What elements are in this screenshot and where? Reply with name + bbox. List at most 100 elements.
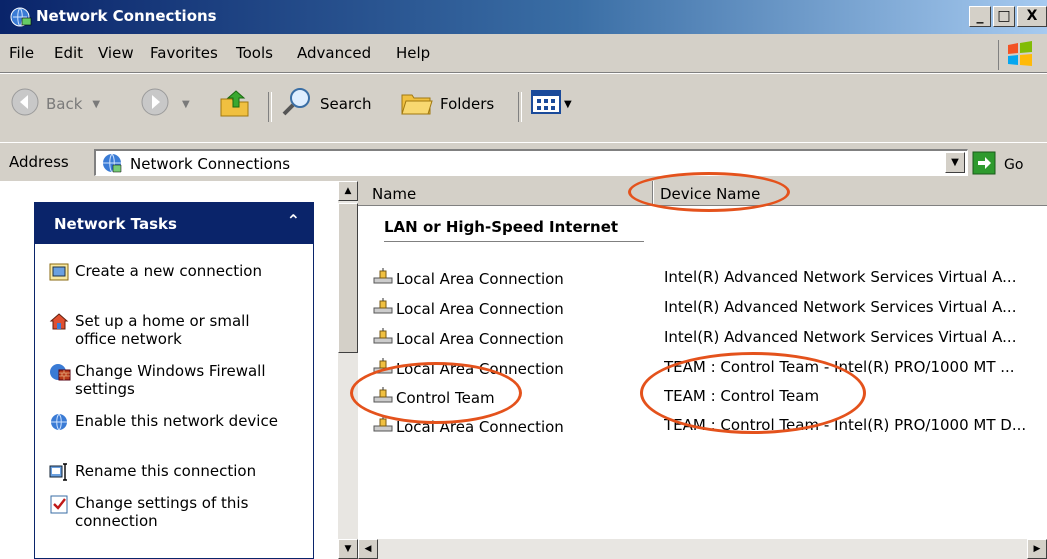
menu-bar: File Edit View Favorites Tools Advanced … [0,34,1047,73]
task-rename-connection[interactable]: Rename this connection [49,462,285,486]
settings-check-icon [49,494,75,530]
go-button[interactable]: Go [972,151,1023,179]
connection-name: Control Team [396,389,495,407]
address-bar: Address Network Connections ▼ Go [0,142,1047,182]
go-arrow-icon [972,151,996,179]
list-item[interactable]: Local Area Connection TEAM : Control Tea… [358,354,1047,380]
menu-view[interactable]: View [98,44,134,62]
network-globe-icon [101,152,123,178]
close-button[interactable]: X [1017,6,1047,27]
lan-connection-icon [372,268,394,290]
device-name: TEAM : Control Team - Intel(R) PRO/1000 … [664,416,1027,434]
device-name: Intel(R) Advanced Network Services Virtu… [664,328,1017,346]
task-change-settings[interactable]: Change settings of this connection [49,494,285,530]
forward-arrow-icon [140,87,170,121]
search-button[interactable]: Search [280,88,372,120]
list-item[interactable]: Control Team TEAM : Control Team [358,383,1047,409]
folders-label: Folders [440,95,495,113]
minimize-button[interactable]: _ [969,6,991,27]
window: Network Connections _ □ X File Edit View… [0,0,1047,559]
lan-connection-icon [372,358,394,380]
toolbar-separator [268,92,272,122]
connection-name: Local Area Connection [396,270,564,288]
network-tasks-list: Create a new connection Set up a home or… [34,244,314,559]
task-label: Change Windows Firewall settings [75,362,266,398]
up-folder-icon [218,85,252,123]
home-network-icon [49,312,75,348]
lan-connection-icon [372,328,394,350]
task-firewall-settings[interactable]: Change Windows Firewall settings [49,362,285,398]
folders-button[interactable]: Folders [400,88,494,120]
task-label: Enable this network device [75,412,278,430]
menu-file[interactable]: File [9,44,34,62]
forward-button[interactable]: ▼ [140,88,190,120]
firewall-icon [49,362,75,398]
lan-connection-icon [372,416,394,438]
vertical-scrollbar[interactable]: ▲ ▼ [338,181,358,559]
task-enable-device[interactable]: Enable this network device [49,412,285,436]
views-button[interactable]: ▼ [530,88,572,120]
scroll-thumb[interactable] [338,203,358,353]
task-pane: Network Tasks ⌃ Create a new connection … [0,181,338,559]
menu-favorites[interactable]: Favorites [150,44,218,62]
task-label: Set up a home or small office network [75,312,250,348]
task-create-connection[interactable]: Create a new connection [49,262,285,286]
collapse-chevron-icon[interactable]: ⌃ [287,211,300,230]
column-device-name-header[interactable]: Device Name [660,185,760,203]
network-tasks-title: Network Tasks [54,215,177,233]
device-name: Intel(R) Advanced Network Services Virtu… [664,268,1017,286]
list-item[interactable]: Local Area Connection Intel(R) Advanced … [358,294,1047,320]
network-tasks-header[interactable]: Network Tasks ⌃ [34,202,314,244]
list-item[interactable]: Local Area Connection Intel(R) Advanced … [358,324,1047,350]
menu-advanced[interactable]: Advanced [297,44,371,62]
back-label: Back [46,95,83,113]
views-dropdown-icon: ▼ [564,98,572,110]
maximize-button[interactable]: □ [993,6,1015,27]
column-divider[interactable] [652,181,654,205]
up-folder-button[interactable] [218,88,252,120]
address-value: Network Connections [130,155,291,173]
task-label: Change settings of this connection [75,494,249,530]
group-header: LAN or High-Speed Internet [384,218,619,236]
search-icon [280,85,314,123]
team-connection-icon [372,387,394,409]
menu-tools[interactable]: Tools [236,44,273,62]
task-home-network[interactable]: Set up a home or small office network [49,312,285,348]
windows-logo-icon [998,40,1033,70]
list-item[interactable]: Local Area Connection TEAM : Control Tea… [358,412,1047,438]
menu-help[interactable]: Help [396,44,430,62]
scroll-down-button[interactable]: ▼ [338,539,358,559]
scroll-up-button[interactable]: ▲ [338,181,358,201]
task-label: Rename this connection [75,462,257,480]
title-bar[interactable]: Network Connections _ □ X [0,0,1047,34]
go-label: Go [1004,157,1024,173]
connections-list: Name Device Name LAN or High-Speed Inter… [358,181,1047,559]
toolbar: Back ▼ ▼ Search Folders ▼ [0,73,1047,143]
search-label: Search [320,95,372,113]
rename-icon [49,462,75,486]
address-input[interactable]: Network Connections ▼ [94,149,968,176]
connection-name: Local Area Connection [396,418,564,436]
address-label: Address [9,153,69,171]
connection-name: Local Area Connection [396,330,564,348]
toolbar-separator [518,92,522,122]
connection-name: Local Area Connection [396,360,564,378]
folders-icon [400,87,434,121]
column-headers: Name Device Name [358,181,1047,206]
column-name-header[interactable]: Name [372,185,416,203]
device-name: TEAM : Control Team [664,387,820,405]
horizontal-scrollbar[interactable]: ◀ ▶ [358,539,1047,559]
group-divider [384,241,644,242]
views-icon [530,88,562,120]
device-name: TEAM : Control Team - Intel(R) PRO/1000 … [664,358,1015,376]
lan-connection-icon [372,298,394,320]
network-globe-icon [49,412,75,436]
scroll-right-button[interactable]: ▶ [1027,539,1047,559]
menu-edit[interactable]: Edit [54,44,83,62]
list-item[interactable]: Local Area Connection Intel(R) Advanced … [358,264,1047,290]
scroll-left-button[interactable]: ◀ [358,539,378,559]
window-title: Network Connections [36,7,217,25]
address-dropdown-button[interactable]: ▼ [945,152,965,173]
forward-dropdown-icon: ▼ [182,98,190,110]
back-button[interactable]: Back ▼ [10,88,100,120]
